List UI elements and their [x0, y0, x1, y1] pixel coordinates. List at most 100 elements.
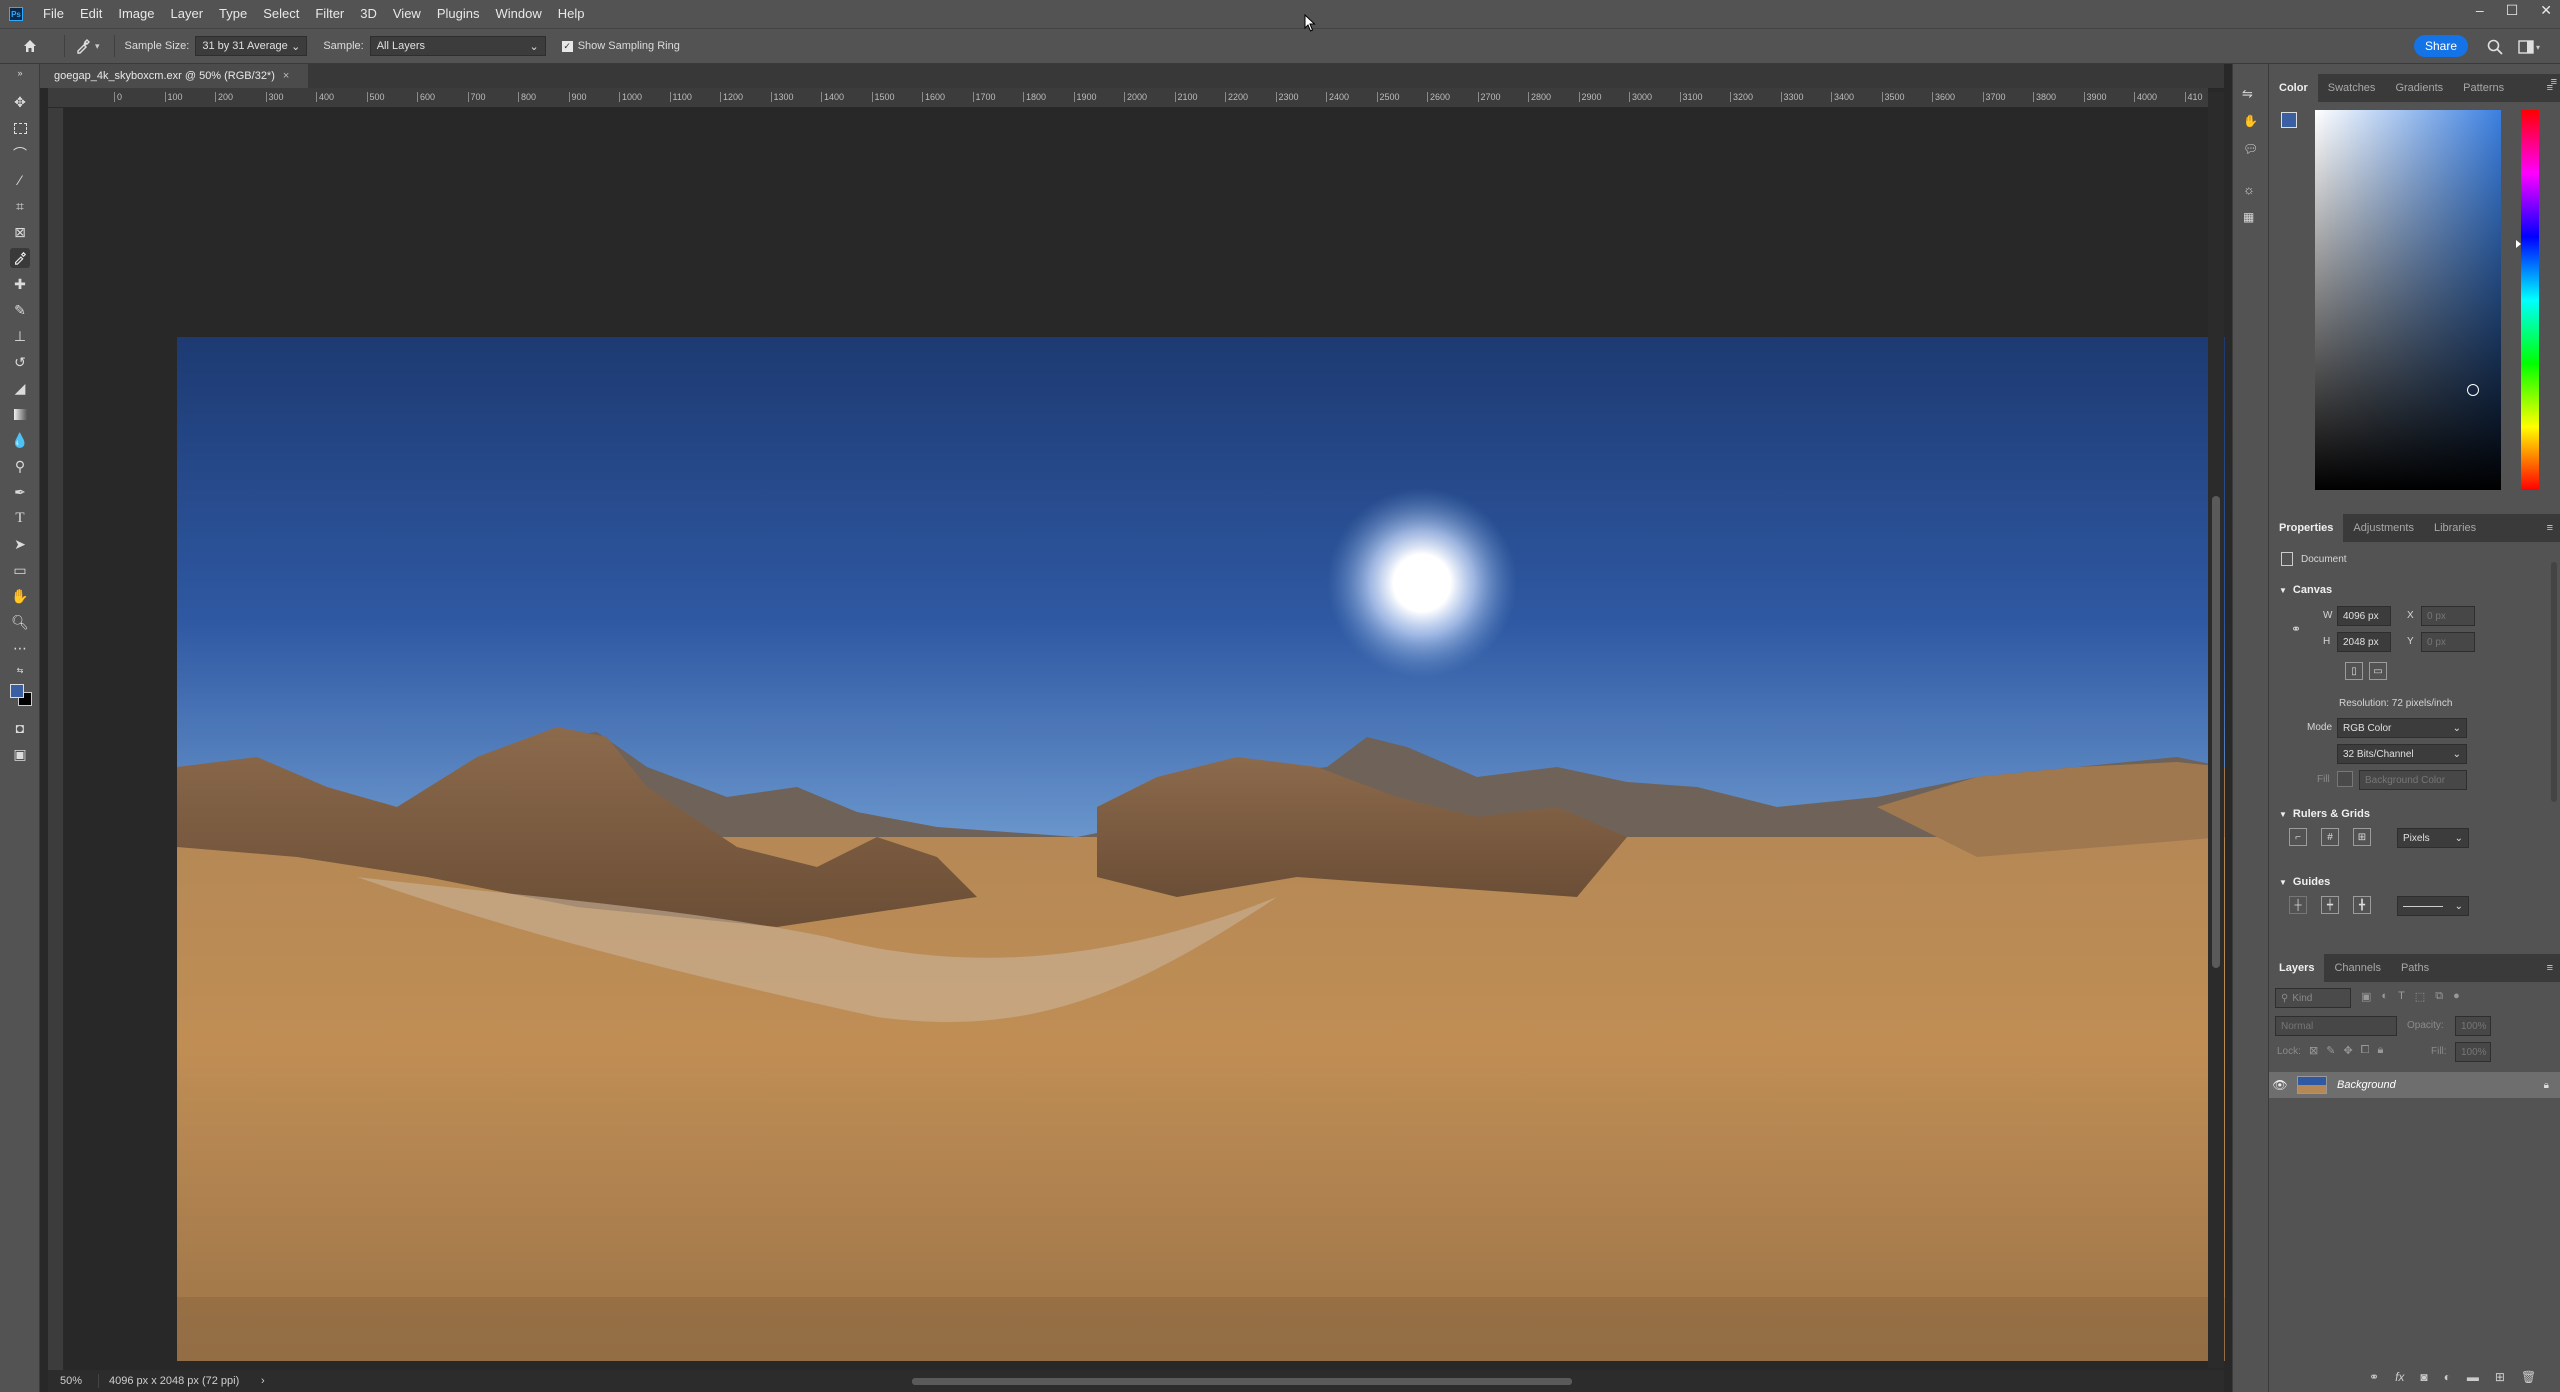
- zoom-level[interactable]: 50%: [48, 1375, 88, 1387]
- eraser-tool-icon[interactable]: ◢: [10, 378, 30, 398]
- close-icon[interactable]: ✕: [2540, 2, 2552, 19]
- width-field[interactable]: 4096 px: [2337, 606, 2391, 626]
- healing-brush-tool-icon[interactable]: ✚: [10, 274, 30, 294]
- pixel-grid-icon[interactable]: ⊞: [2353, 828, 2371, 846]
- guide-style-select[interactable]: ⌄: [2397, 896, 2469, 916]
- hue-slider-handle[interactable]: [2516, 240, 2521, 248]
- home-icon[interactable]: [20, 36, 40, 56]
- swap-colors-icon[interactable]: ⇆: [10, 664, 30, 676]
- workspace-icon[interactable]: ▾: [2518, 39, 2540, 55]
- pixel-filter-icon[interactable]: ▣: [2361, 990, 2371, 1003]
- panel-menu-icon[interactable]: ≡: [2547, 962, 2553, 974]
- color-picker-ring[interactable]: [2467, 384, 2479, 396]
- lock-all-icon[interactable]: 🔒︎: [2377, 1044, 2383, 1057]
- layers-tab-layers[interactable]: Layers: [2269, 954, 2325, 982]
- more-tools-icon[interactable]: ⋯: [10, 638, 30, 658]
- menu-layer[interactable]: Layer: [163, 0, 212, 28]
- color-tab-swatches[interactable]: Swatches: [2318, 74, 2386, 102]
- guide-lock-icon[interactable]: ┼: [2289, 896, 2307, 914]
- rectangle-tool-icon[interactable]: ▭: [10, 560, 30, 580]
- lock-artboard-icon[interactable]: ⧠: [2361, 1044, 2370, 1057]
- brush-tool-icon[interactable]: ✎: [10, 300, 30, 320]
- search-icon[interactable]: [2486, 38, 2504, 56]
- color-tab-gradients[interactable]: Gradients: [2385, 74, 2453, 102]
- layers-tab-paths[interactable]: Paths: [2391, 954, 2439, 982]
- close-tab-icon[interactable]: ×: [283, 70, 289, 82]
- marquee-tool-icon[interactable]: [10, 118, 30, 138]
- link-dimensions-icon[interactable]: ⚭: [2291, 622, 2301, 636]
- timeline-icon[interactable]: ▦: [2243, 210, 2254, 224]
- screen-mode-icon[interactable]: ▣: [10, 744, 30, 764]
- new-guide-layout-icon[interactable]: ╋: [2353, 896, 2371, 914]
- add-mask-icon[interactable]: ◙: [2420, 1370, 2427, 1384]
- filter-toggle-icon[interactable]: ●: [2453, 990, 2460, 1003]
- layer-filter-kind[interactable]: ⚲ Kind: [2275, 988, 2351, 1008]
- mode-select[interactable]: RGB Color ⌄: [2337, 718, 2467, 738]
- blur-tool-icon[interactable]: 💧: [10, 430, 30, 450]
- menu-file[interactable]: File: [35, 0, 72, 28]
- menu-window[interactable]: Window: [487, 0, 549, 28]
- menu-filter[interactable]: Filter: [307, 0, 352, 28]
- landscape-icon[interactable]: ▭: [2369, 662, 2387, 680]
- dodge-tool-icon[interactable]: ⚲: [10, 456, 30, 476]
- eyedropper-tool-icon[interactable]: [10, 248, 30, 268]
- units-select[interactable]: Pixels ⌄: [2397, 828, 2469, 848]
- lasso-tool-icon[interactable]: ⌒: [10, 144, 30, 164]
- maximize-icon[interactable]: ☐: [2506, 2, 2519, 19]
- show-sampling-ring-checkbox[interactable]: ✓ Show Sampling Ring: [561, 40, 680, 52]
- grid-icon[interactable]: #: [2321, 828, 2339, 846]
- new-layer-icon[interactable]: ⊞: [2495, 1370, 2505, 1384]
- smart-object-filter-icon[interactable]: ⧉: [2435, 990, 2443, 1003]
- foreground-color-chip[interactable]: [2281, 112, 2297, 128]
- crop-tool-icon[interactable]: ⌗: [10, 196, 30, 216]
- blend-mode-select[interactable]: Normal: [2275, 1016, 2397, 1036]
- zoom-tool-icon[interactable]: 🔍︎: [10, 612, 30, 632]
- menu-plugins[interactable]: Plugins: [429, 0, 488, 28]
- pen-tool-icon[interactable]: ✒: [10, 482, 30, 502]
- height-field[interactable]: 2048 px: [2337, 632, 2391, 652]
- type-tool-icon[interactable]: T: [10, 508, 30, 528]
- layer-row[interactable]: 👁︎ Background 🔒︎: [2269, 1072, 2560, 1098]
- lock-position-icon[interactable]: ✥: [2343, 1044, 2352, 1057]
- new-group-icon[interactable]: ▬: [2467, 1370, 2479, 1384]
- properties-tab-adjustments[interactable]: Adjustments: [2343, 514, 2424, 542]
- menu-image[interactable]: Image: [110, 0, 162, 28]
- x-field[interactable]: 0 px: [2421, 606, 2475, 626]
- canvas-area[interactable]: [64, 108, 2225, 1370]
- menu-edit[interactable]: Edit: [72, 0, 110, 28]
- layer-name[interactable]: Background: [2337, 1079, 2396, 1091]
- sample-select[interactable]: All Layers ⌄: [369, 36, 546, 56]
- brightness-icon[interactable]: ☼: [2243, 182, 2255, 197]
- ruler-icon[interactable]: ⌐: [2289, 828, 2307, 846]
- bit-depth-select[interactable]: 32 Bits/Channel ⌄: [2337, 744, 2467, 764]
- horizontal-ruler[interactable]: 0 100 200 300 400 500 600 700 800 900 1000 1100 1200…: [48, 88, 2208, 108]
- fill-field[interactable]: 100%: [2455, 1042, 2491, 1062]
- fx-icon[interactable]: fx: [2395, 1370, 2404, 1384]
- document-tab[interactable]: goegap_4k_skyboxcm.exr @ 50% (RGB/32*) ×: [40, 64, 308, 88]
- adjustment-filter-icon[interactable]: ◐: [2381, 990, 2388, 1003]
- opacity-field[interactable]: 100%: [2455, 1016, 2491, 1036]
- lock-transparent-icon[interactable]: ⊠: [2309, 1044, 2318, 1057]
- guides-section-header[interactable]: ▼ Guides: [2279, 876, 2330, 888]
- hue-slider[interactable]: [2516, 110, 2539, 490]
- properties-scrollbar[interactable]: [2551, 562, 2557, 802]
- magic-wand-tool-icon[interactable]: ⁄: [10, 170, 30, 190]
- document-image[interactable]: [177, 337, 2225, 1361]
- color-tab-patterns[interactable]: Patterns: [2453, 74, 2514, 102]
- gradient-tool-icon[interactable]: [10, 404, 30, 424]
- fill-swatch[interactable]: [2337, 771, 2353, 787]
- clone-stamp-tool-icon[interactable]: ⊥: [10, 326, 30, 346]
- color-tab-color[interactable]: Color: [2269, 74, 2318, 102]
- collapse-toolbar-icon[interactable]: »: [10, 68, 30, 78]
- menu-3d[interactable]: 3D: [352, 0, 385, 28]
- visibility-eye-icon[interactable]: 👁︎: [2269, 1078, 2291, 1092]
- minimize-icon[interactable]: –: [2476, 2, 2484, 18]
- brush-settings-icon[interactable]: ✋: [2243, 114, 2258, 128]
- color-field[interactable]: [2315, 110, 2501, 490]
- foreground-color-swatch[interactable]: [10, 684, 24, 698]
- canvas-section-header[interactable]: ▼ Canvas: [2279, 584, 2332, 596]
- move-tool-icon[interactable]: ✥: [10, 92, 30, 112]
- new-guide-icon[interactable]: ┿: [2321, 896, 2339, 914]
- shape-filter-icon[interactable]: ⬚: [2415, 990, 2425, 1003]
- vertical-scrollbar[interactable]: [2208, 92, 2224, 1368]
